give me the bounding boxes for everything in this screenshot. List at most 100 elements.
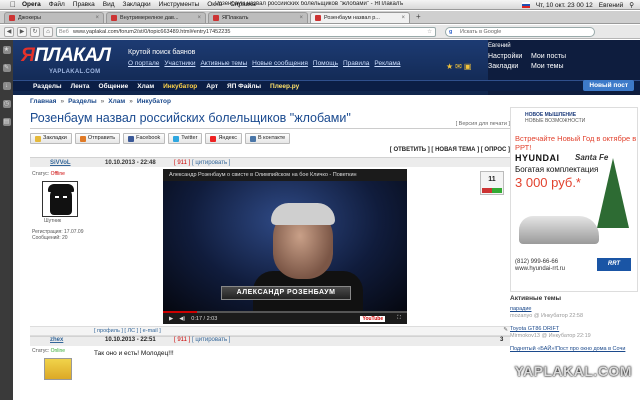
post-author[interactable]: zhex <box>50 337 63 343</box>
user-panel-name[interactable]: Евгений <box>488 43 511 49</box>
nav-player[interactable]: Плеер.ру <box>270 83 299 90</box>
quote-link[interactable]: [ цитировать ] <box>192 337 230 343</box>
flag-icon[interactable] <box>521 2 530 8</box>
post-number[interactable]: [ 911 ] <box>174 337 190 343</box>
ad-banner[interactable]: НОВОЕ МЫШЛЕНИЕ НОВЫЕ ВОЗМОЖНОСТИ Встречай… <box>510 107 638 292</box>
link-help[interactable]: Помощь <box>313 60 338 67</box>
video-title[interactable]: Александр Розенбаум о свисте в Олимпийск… <box>163 169 407 181</box>
tab-2[interactable]: Внутримерелное дав... × <box>106 12 206 23</box>
tab-4-active[interactable]: Розенбаум назвал р... × <box>310 12 410 23</box>
reload-icon[interactable]: ↻ <box>30 26 40 37</box>
close-tab-icon[interactable]: × <box>95 15 99 21</box>
close-tab-icon[interactable]: × <box>299 15 303 21</box>
nav-sections[interactable]: Разделы <box>33 83 62 90</box>
panels-icon[interactable]: ▤ <box>2 118 11 126</box>
print-version-link[interactable]: [ Версия для печати ] <box>456 113 510 135</box>
mail-icon[interactable]: ✉ <box>455 62 464 71</box>
menu-edit[interactable]: Правка <box>73 1 95 8</box>
share-twitter-button[interactable]: Twitter <box>168 133 203 144</box>
avatar[interactable] <box>42 181 78 217</box>
menu-file[interactable]: Файл <box>49 1 65 8</box>
vk-icon <box>249 135 256 142</box>
warn-icon[interactable]: ✎ <box>503 327 508 333</box>
address-bar[interactable]: Веб www.yaplakal.com/forum2/st/0/topic66… <box>56 26 436 37</box>
search-input[interactable]: g Искать в Google <box>445 26 595 37</box>
close-tab-icon[interactable]: × <box>197 15 201 21</box>
share-send-button[interactable]: Отправить <box>74 133 121 144</box>
profile-links[interactable]: [ профиль ] [ ЛС ] [ e-mail ] <box>94 328 161 334</box>
spotlight-icon[interactable]: ⚲ <box>629 1 634 9</box>
quote-link[interactable]: [ цитировать ] <box>192 160 230 166</box>
user-settings-link[interactable]: Настройки <box>488 53 522 60</box>
topic-actions[interactable]: [ ОТВЕТИТЬ ] [ НОВАЯ ТЕМА ] [ ОПРОС ] <box>30 147 510 157</box>
link-rules[interactable]: Правила <box>343 60 369 67</box>
menu-app[interactable]: Opera <box>22 1 41 8</box>
star-icon[interactable]: ★ <box>446 62 455 71</box>
my-topics-link[interactable]: Мои темы <box>531 63 564 70</box>
new-tab-button[interactable]: + <box>416 12 421 21</box>
info-icon[interactable]: ▣ <box>464 62 474 71</box>
downloads-icon[interactable]: ↓ <box>2 82 11 90</box>
share-bookmarks-button[interactable]: Закладки <box>30 133 72 144</box>
clock[interactable]: Чт, 10 окт. 23 00 12 <box>536 2 593 9</box>
active-topic-link[interactable]: парадие <box>510 306 532 312</box>
link-new-messages[interactable]: Новые сообщения <box>252 60 308 67</box>
youtube-logo[interactable]: YouTube <box>360 315 386 322</box>
link-members[interactable]: Участники <box>164 60 195 67</box>
close-tab-icon[interactable]: × <box>401 15 405 21</box>
breadcrumb-sections[interactable]: Разделы <box>68 98 97 105</box>
rating-plus-button[interactable] <box>492 188 502 193</box>
home-icon[interactable]: ⌂ <box>43 26 53 37</box>
post-author[interactable]: SiVVoL <box>50 160 71 166</box>
video-frame[interactable]: АЛЕКСАНДР РОЗЕНБАУМ <box>163 181 407 321</box>
menu-tools[interactable]: Инструменты <box>159 1 200 8</box>
forward-arrow-icon[interactable]: ▶ <box>17 26 27 37</box>
nav-art[interactable]: Арт <box>206 83 218 90</box>
share-facebook-button[interactable]: Facebook <box>123 133 166 144</box>
video-progress-bar[interactable] <box>163 311 198 313</box>
user-menu[interactable]: Евгений <box>599 2 623 9</box>
tab-1[interactable]: Джокеры × <box>4 12 104 23</box>
link-ads[interactable]: Реклама <box>374 60 400 67</box>
my-posts-link[interactable]: Мои посты <box>531 53 566 60</box>
bookmarks-link[interactable]: Закладки <box>488 63 518 70</box>
menu-view[interactable]: Вид <box>103 1 115 8</box>
breadcrumb-home[interactable]: Главная <box>30 98 56 105</box>
active-topic-link[interactable]: Toyota GT86 DRIFT <box>510 326 559 332</box>
user-status: Статус: Online <box>32 348 65 354</box>
avatar[interactable] <box>44 358 72 380</box>
nav-chat[interactable]: Общение <box>99 83 129 90</box>
new-post-button[interactable]: Новый пост <box>583 80 634 91</box>
rating-minus-button[interactable] <box>482 188 492 193</box>
volume-icon[interactable]: ◀) <box>179 316 185 322</box>
logo-text: ПЛАКАЛ <box>34 45 111 66</box>
back-arrow-icon[interactable]: ◀ <box>4 26 14 37</box>
play-icon[interactable]: ▶ <box>169 316 173 322</box>
link-active-topics[interactable]: Активные темы <box>200 60 247 67</box>
share-vk-button[interactable]: В контакте <box>244 133 291 144</box>
history-icon[interactable]: ◷ <box>2 100 11 108</box>
fullscreen-icon[interactable]: ⛶ <box>397 315 401 322</box>
site-logo[interactable]: ЯПЛАКАЛ <box>21 45 111 67</box>
youtube-player[interactable]: Александр Розенбаум о свисте в Олимпийск… <box>163 169 407 324</box>
breadcrumb-incubator[interactable]: Инкубатор <box>137 98 171 105</box>
nav-feed[interactable]: Лента <box>71 83 90 90</box>
nav-junk[interactable]: Хлам <box>137 83 154 90</box>
post-number[interactable]: [ 911 ] <box>174 160 190 166</box>
link-about[interactable]: О портале <box>128 60 159 67</box>
share-yandex-button[interactable]: Яндекс <box>205 133 242 144</box>
breadcrumb-junk[interactable]: Хлам <box>108 98 125 105</box>
star-icon[interactable]: ☆ <box>427 28 432 37</box>
nav-incubator[interactable]: Инкубатор <box>163 83 197 90</box>
apple-icon[interactable]:  <box>10 0 18 9</box>
tab-3[interactable]: ЯПлакалъ × <box>208 12 308 23</box>
address-url: www.yaplakal.com/forum2/st/0/topic663489… <box>73 28 231 35</box>
browser-toolbar: ◀ ▶ ↻ ⌂ Веб www.yaplakal.com/forum2/st/0… <box>0 25 640 39</box>
bookmarks-icon[interactable]: ★ <box>2 46 11 54</box>
menu-bookmarks[interactable]: Закладки <box>123 1 151 8</box>
notes-icon[interactable]: ✎ <box>2 64 11 72</box>
nav-files[interactable]: ЯП Файлы <box>227 83 261 90</box>
active-topic-link[interactable]: Поднятый «БАЙ»!Пост про окно дома в Сочи <box>510 346 625 352</box>
logo-ya: Я <box>21 45 35 66</box>
active-topic-item: Поднятый «БАЙ»!Пост про окно дома в Сочи <box>510 346 638 353</box>
